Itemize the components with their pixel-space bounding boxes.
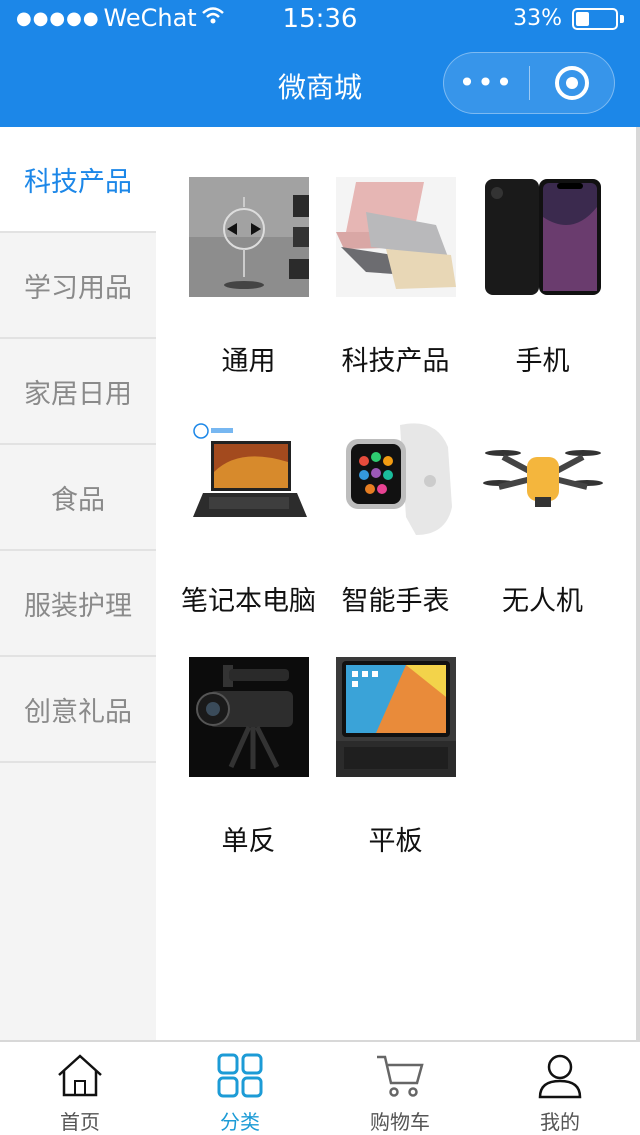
target-circle-icon[interactable] [530, 65, 614, 101]
more-dots-icon[interactable]: ••• [444, 69, 529, 97]
radiometer-image [189, 177, 309, 297]
battery-tip [620, 14, 624, 23]
category-item-general[interactable]: 通用 [175, 127, 322, 377]
phone-image [483, 177, 603, 297]
category-item-tablet[interactable]: 平板 [322, 607, 469, 857]
gaming-laptop-image [189, 417, 309, 537]
sidebar-item-label: 家居日用 [24, 378, 132, 410]
category-item-phone[interactable]: 手机 [469, 127, 616, 377]
scroll-edge [636, 127, 640, 1040]
sidebar-item-label: 食品 [51, 484, 105, 516]
sidebar-item-clothing[interactable]: 服装护理 [0, 551, 156, 657]
tab-label: 分类 [220, 1110, 260, 1134]
tab-label: 首页 [60, 1110, 100, 1134]
category-item-tech[interactable]: 科技产品 [322, 127, 469, 377]
battery-group: 33% [513, 6, 624, 31]
smartwatch-image [336, 417, 456, 537]
category-item-laptop[interactable]: 笔记本电脑 [175, 367, 322, 617]
tab-home[interactable]: 首页 [0, 1042, 160, 1135]
sidebar-item-label: 科技产品 [24, 166, 132, 198]
sidebar-item-home[interactable]: 家居日用 [0, 339, 156, 445]
battery-icon [572, 7, 618, 30]
tab-category[interactable]: 分类 [160, 1042, 320, 1135]
tab-label: 我的 [540, 1110, 580, 1134]
sidebar-item-label: 学习用品 [24, 272, 132, 304]
bottom-tab-bar: 首页 分类 购物车 我的 [0, 1040, 640, 1135]
grid-icon [216, 1052, 264, 1100]
sidebar-item-tech[interactable]: 科技产品 [0, 127, 156, 233]
navigation-bar: 微商城 ••• [0, 40, 640, 127]
category-label: 无人机 [502, 586, 583, 617]
cart-icon [375, 1052, 425, 1100]
sidebar-item-food[interactable]: 食品 [0, 445, 156, 551]
home-icon [56, 1052, 104, 1100]
laptops-image [336, 177, 456, 297]
status-bar: ●●●●● WeChat 15:36 33% [0, 0, 640, 40]
tab-mine[interactable]: 我的 [480, 1042, 640, 1135]
sidebar-item-gifts[interactable]: 创意礼品 [0, 657, 156, 763]
sidebar-item-label: 创意礼品 [24, 696, 132, 728]
category-label: 平板 [368, 826, 423, 857]
category-item-drone[interactable]: 无人机 [469, 367, 616, 617]
mini-program-capsule: ••• [443, 52, 615, 114]
user-icon [537, 1052, 583, 1100]
category-item-watch[interactable]: 智能手表 [322, 367, 469, 617]
tab-label: 购物车 [370, 1110, 430, 1134]
category-item-camera[interactable]: 单反 [175, 607, 322, 857]
tablet-image [336, 657, 456, 777]
drone-image [483, 417, 603, 537]
camera-image [189, 657, 309, 777]
tab-cart[interactable]: 购物车 [320, 1042, 480, 1135]
category-sidebar: 科技产品 学习用品 家居日用 食品 服装护理 创意礼品 [0, 127, 156, 1040]
battery-level [576, 11, 589, 26]
category-label: 单反 [221, 826, 276, 857]
sidebar-item-study[interactable]: 学习用品 [0, 233, 156, 339]
battery-percent: 33% [513, 6, 562, 31]
category-grid: 通用 科技产品 手机 笔记本电脑 智能手表 无人机 单反 平板 [156, 127, 636, 1040]
sidebar-item-label: 服装护理 [24, 590, 132, 622]
